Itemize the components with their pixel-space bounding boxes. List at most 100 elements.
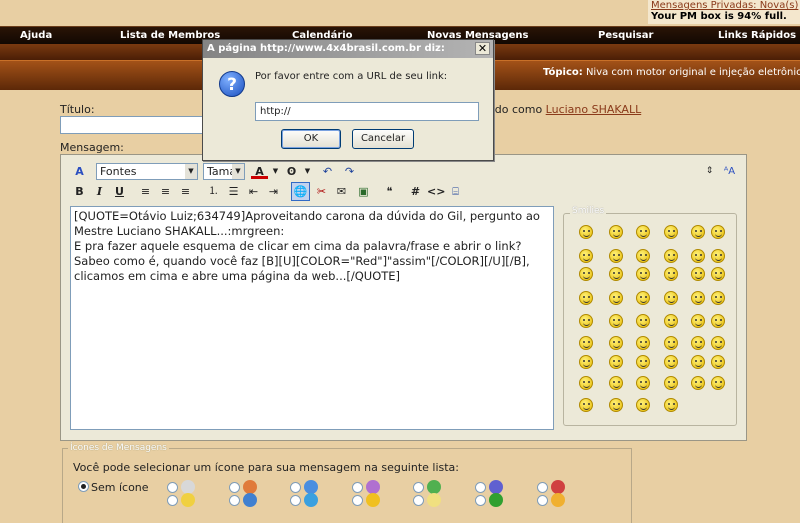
nav-search[interactable]: Pesquisar: [598, 30, 653, 41]
smiley-icon[interactable]: [711, 249, 725, 263]
icon-radio[interactable]: [229, 482, 240, 493]
smiley-icon[interactable]: [691, 376, 705, 390]
insert-link-icon[interactable]: 🌐: [291, 182, 310, 201]
unordered-list-icon[interactable]: ☰: [225, 183, 242, 200]
smiley-icon[interactable]: [636, 267, 650, 281]
smiley-icon[interactable]: [579, 291, 593, 305]
smiley-icon[interactable]: [636, 398, 650, 412]
icon-radio[interactable]: [537, 495, 548, 506]
smiley-icon[interactable]: [636, 249, 650, 263]
size-select[interactable]: Taman ▼: [203, 163, 245, 180]
icon-radio[interactable]: [475, 482, 486, 493]
private-messages-link[interactable]: Mensagens Privadas: Nova(s): [651, 0, 800, 11]
smiley-icon[interactable]: [609, 376, 623, 390]
smiley-icon[interactable]: [579, 336, 593, 350]
smiley-icon[interactable]: [609, 398, 623, 412]
smiley-icon[interactable]: [711, 291, 725, 305]
smiley-icon[interactable]: [579, 314, 593, 328]
remove-format-icon[interactable]: A: [71, 163, 88, 180]
font-style-icon[interactable]: ʘ: [283, 163, 300, 180]
message-textarea[interactable]: [QUOTE=Otávio Luiz;634749]Aproveitando c…: [70, 206, 554, 430]
smiley-icon[interactable]: [664, 376, 678, 390]
smiley-icon[interactable]: [664, 225, 678, 239]
align-left-icon[interactable]: ≡: [137, 183, 154, 200]
smiley-icon[interactable]: [579, 398, 593, 412]
smiley-icon[interactable]: [579, 376, 593, 390]
smiley-icon[interactable]: [711, 336, 725, 350]
smiley-icon[interactable]: [636, 291, 650, 305]
quote-icon[interactable]: ❝: [381, 183, 398, 200]
nav-quick-links[interactable]: Links Rápidos: [718, 30, 796, 41]
icon-radio[interactable]: [352, 495, 363, 506]
icon-radio[interactable]: [229, 495, 240, 506]
underline-button[interactable]: U: [111, 183, 128, 200]
html-code-button[interactable]: <>: [427, 183, 445, 200]
font-select[interactable]: Fontes ▼: [96, 163, 198, 180]
smiley-icon[interactable]: [609, 355, 623, 369]
smiley-icon[interactable]: [636, 225, 650, 239]
smiley-icon[interactable]: [691, 249, 705, 263]
smiley-icon[interactable]: [579, 355, 593, 369]
outdent-icon[interactable]: ⇤: [245, 183, 262, 200]
icon-radio[interactable]: [352, 482, 363, 493]
text-color-icon[interactable]: A: [251, 163, 268, 179]
bold-button[interactable]: B: [71, 183, 88, 200]
indent-icon[interactable]: ⇥: [265, 183, 282, 200]
no-icon-radio[interactable]: [78, 481, 89, 492]
logged-user-link[interactable]: Luciano SHAKALL: [546, 103, 642, 116]
smiley-icon[interactable]: [664, 291, 678, 305]
ok-button[interactable]: OK: [281, 129, 341, 149]
insert-image-icon[interactable]: ▣: [355, 183, 372, 200]
smiley-icon[interactable]: [609, 225, 623, 239]
smiley-icon[interactable]: [579, 249, 593, 263]
smiley-icon[interactable]: [609, 249, 623, 263]
smiley-icon[interactable]: [664, 249, 678, 263]
icon-radio[interactable]: [537, 482, 548, 493]
smiley-icon[interactable]: [579, 225, 593, 239]
smiley-icon[interactable]: [691, 267, 705, 281]
smiley-icon[interactable]: [636, 336, 650, 350]
icon-radio[interactable]: [167, 482, 178, 493]
smiley-icon[interactable]: [664, 336, 678, 350]
icon-radio[interactable]: [290, 495, 301, 506]
smiley-icon[interactable]: [711, 225, 725, 239]
resize-icon[interactable]: ⇕: [701, 163, 718, 180]
undo-icon[interactable]: ↶: [319, 163, 336, 180]
smiley-icon[interactable]: [664, 355, 678, 369]
smiley-icon[interactable]: [691, 336, 705, 350]
align-right-icon[interactable]: ≡: [177, 183, 194, 200]
smiley-icon[interactable]: [664, 398, 678, 412]
smiley-icon[interactable]: [711, 267, 725, 281]
close-icon[interactable]: ✕: [475, 42, 490, 55]
smiley-icon[interactable]: [579, 267, 593, 281]
remove-link-icon[interactable]: ✂: [313, 183, 330, 200]
icon-radio[interactable]: [167, 495, 178, 506]
ordered-list-icon[interactable]: ⒈: [205, 183, 222, 200]
icon-radio[interactable]: [475, 495, 486, 506]
smiley-icon[interactable]: [691, 291, 705, 305]
insert-email-icon[interactable]: ✉: [333, 183, 350, 200]
smiley-icon[interactable]: [691, 314, 705, 328]
smiley-icon[interactable]: [664, 267, 678, 281]
smiley-icon[interactable]: [609, 267, 623, 281]
toggle-mode-icon[interactable]: ᴬA: [721, 163, 738, 180]
cancel-button[interactable]: Cancelar: [352, 129, 414, 149]
smiley-icon[interactable]: [636, 376, 650, 390]
smiley-icon[interactable]: [609, 314, 623, 328]
smiley-icon[interactable]: [609, 291, 623, 305]
url-input[interactable]: http://: [255, 102, 479, 121]
icon-radio[interactable]: [413, 482, 424, 493]
icon-radio[interactable]: [413, 495, 424, 506]
nav-help[interactable]: Ajuda: [20, 30, 52, 41]
smiley-icon[interactable]: [609, 336, 623, 350]
smiley-icon[interactable]: [711, 314, 725, 328]
icon-radio[interactable]: [290, 482, 301, 493]
chevron-down-icon[interactable]: ▼: [267, 163, 284, 180]
chevron-down-icon[interactable]: ▼: [299, 163, 316, 180]
code-hash-button[interactable]: #: [407, 183, 424, 200]
redo-icon[interactable]: ↷: [341, 163, 358, 180]
smiley-icon[interactable]: [691, 355, 705, 369]
smiley-icon[interactable]: [711, 355, 725, 369]
smiley-icon[interactable]: [711, 376, 725, 390]
php-code-icon[interactable]: ⌸: [447, 183, 464, 200]
